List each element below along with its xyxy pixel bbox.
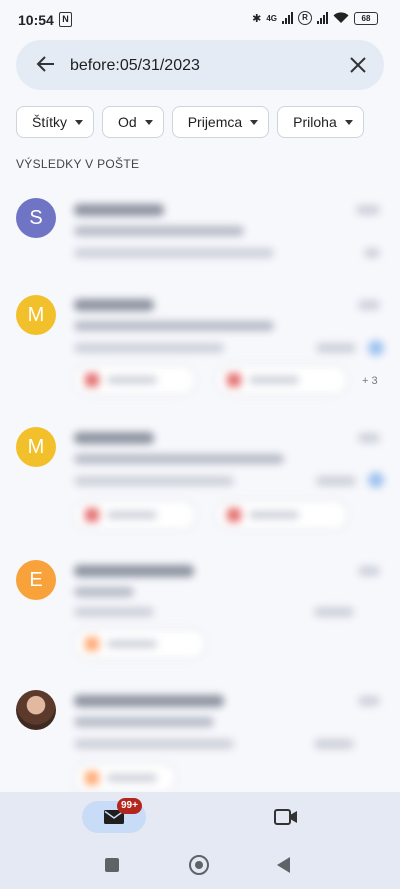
nfc-icon: N — [59, 12, 72, 27]
email-content-blurred — [72, 685, 384, 793]
email-row[interactable]: M + 3 — [0, 285, 400, 405]
system-navigation — [0, 844, 400, 889]
meet-video-icon[interactable] — [274, 808, 298, 826]
chip-label: Priloha — [293, 114, 337, 130]
avatar: M — [16, 427, 56, 467]
network-type-label: 4G — [266, 13, 277, 23]
filter-chips: Štítky Od Prijemca Priloha — [16, 106, 364, 138]
email-row[interactable]: S — [0, 190, 400, 270]
search-input[interactable] — [68, 52, 332, 80]
email-content-blurred — [72, 420, 384, 530]
avatar: S — [16, 198, 56, 238]
signal-2-icon — [317, 12, 328, 24]
filter-chip-attachment[interactable]: Priloha — [277, 106, 364, 138]
section-label: VÝSLEDKY V POŠTE — [16, 157, 140, 171]
caret-down-icon — [144, 119, 153, 125]
recents-button[interactable] — [105, 858, 119, 872]
bluetooth-icon: ✱ — [252, 12, 262, 25]
more-attachments-count: + 3 — [362, 375, 378, 387]
email-content-blurred — [72, 190, 384, 270]
wifi-icon — [333, 12, 349, 23]
status-bar: 10:54 N ✱ 4G R 68 — [0, 0, 400, 38]
battery-icon: 68 — [354, 11, 378, 25]
mail-badge: 99+ — [117, 798, 142, 814]
avatar: E — [16, 560, 56, 600]
chip-label: Prijemca — [187, 114, 243, 130]
roaming-icon: R — [298, 11, 312, 25]
search-bar[interactable] — [16, 40, 384, 90]
bottom-navigation: 99+ — [0, 792, 400, 844]
email-content-blurred — [72, 285, 384, 395]
back-arrow-icon[interactable] — [36, 54, 56, 74]
signal-icon — [282, 12, 293, 24]
chip-label: Štítky — [32, 114, 68, 130]
close-icon[interactable] — [348, 55, 368, 75]
home-button[interactable] — [189, 855, 209, 875]
email-row[interactable]: E — [0, 555, 400, 665]
email-content-blurred — [72, 555, 384, 659]
caret-down-icon — [75, 119, 84, 125]
email-row[interactable]: M — [0, 420, 400, 540]
caret-down-icon — [250, 119, 259, 125]
avatar-photo — [16, 690, 56, 730]
email-row[interactable] — [0, 685, 400, 793]
chip-label: Od — [118, 114, 137, 130]
filter-chip-from[interactable]: Od — [102, 106, 164, 138]
filter-chip-recipient[interactable]: Prijemca — [171, 106, 270, 138]
filter-chip-labels[interactable]: Štítky — [16, 106, 95, 138]
caret-down-icon — [344, 119, 353, 125]
back-button[interactable] — [277, 857, 290, 873]
status-time: 10:54 — [18, 12, 54, 28]
status-icons: ✱ 4G R 68 — [252, 11, 378, 25]
avatar: M — [16, 295, 56, 335]
